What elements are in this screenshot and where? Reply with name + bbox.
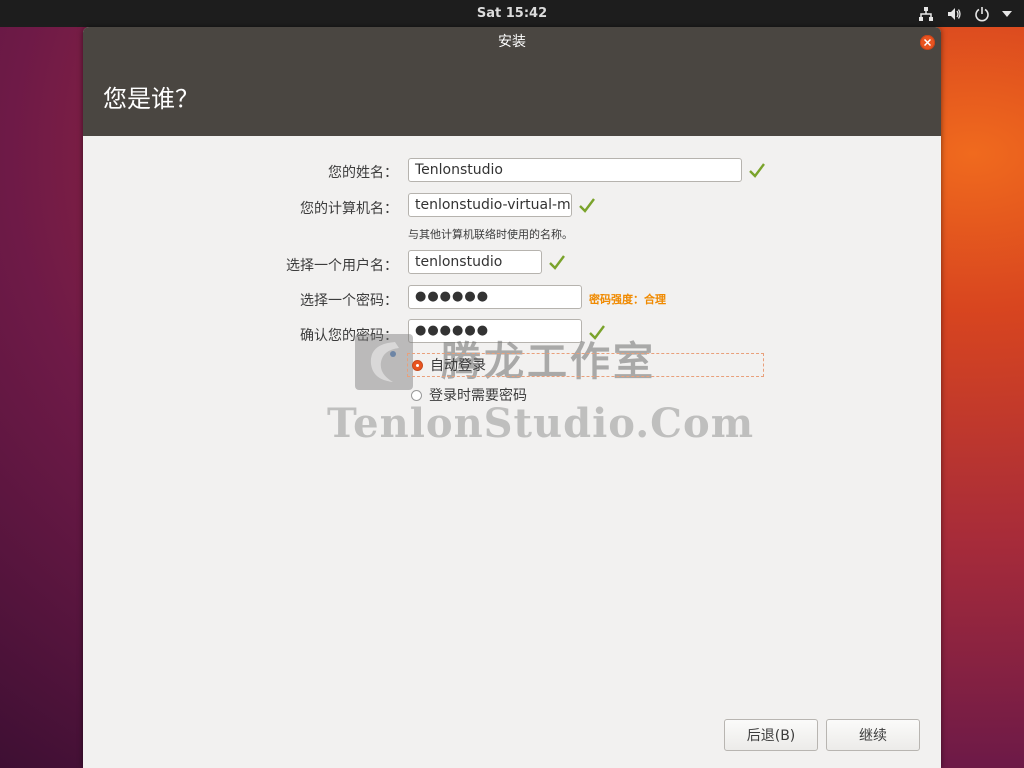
back-button[interactable]: 后退(B) <box>724 719 818 751</box>
page-heading: 您是谁？ <box>103 85 199 113</box>
window-header: 安装 您是谁？ <box>83 27 941 136</box>
window-title: 安装 <box>498 34 526 50</box>
chevron-down-icon[interactable] <box>1002 10 1012 18</box>
watermark-english: TenlonStudio.Com <box>327 400 755 447</box>
password-label: 选择一个密码： <box>300 293 398 309</box>
name-label: 您的姓名： <box>328 165 398 181</box>
username-field[interactable]: tenlonstudio <box>408 250 542 274</box>
installer-window: 安装 您是谁？ 您的姓名： Tenlonstudio 您的计算机名： tenlo… <box>83 27 941 768</box>
watermark-logo <box>355 334 413 390</box>
auto-login-option[interactable]: 自动登录 <box>407 353 764 377</box>
computer-name-hint: 与其他计算机联络时使用的名称。 <box>408 228 573 241</box>
check-icon <box>549 255 565 270</box>
computer-name-field[interactable]: tenlonstudio-virtual-m <box>408 193 572 217</box>
password-strength: 密码强度：合理 <box>589 293 666 306</box>
computer-name-label: 您的计算机名： <box>300 201 398 217</box>
continue-button[interactable]: 继续 <box>826 719 920 751</box>
close-button[interactable] <box>920 35 935 50</box>
volume-icon[interactable] <box>946 6 962 22</box>
power-icon[interactable] <box>974 6 990 22</box>
network-icon[interactable] <box>918 6 934 22</box>
check-icon <box>579 198 595 213</box>
check-icon <box>749 163 765 178</box>
name-field[interactable]: Tenlonstudio <box>408 158 742 182</box>
username-label: 选择一个用户名： <box>286 258 398 274</box>
system-tray[interactable] <box>918 0 1012 27</box>
radio-unselected-icon <box>411 389 422 401</box>
password-field[interactable]: ●●●●●● <box>408 285 582 309</box>
close-icon <box>924 39 931 46</box>
clock[interactable]: Sat 15:42 <box>0 0 1024 27</box>
top-bar: Sat 15:42 <box>0 0 1024 27</box>
auto-login-label: 自动登录 <box>430 358 486 374</box>
radio-selected-icon <box>412 359 423 371</box>
